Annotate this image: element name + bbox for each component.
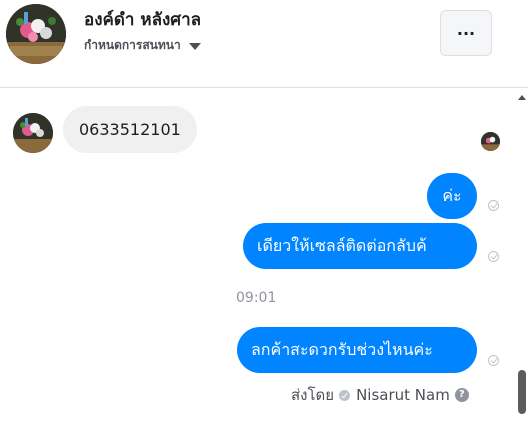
sent-by-name: Nisarut Nam [356, 386, 450, 404]
contact-photo-icon [6, 4, 66, 64]
sender-avatar[interactable] [13, 113, 53, 153]
sent-check-icon [488, 251, 499, 262]
message-text: เดียวให้เซลล์ติดต่อกลับค้ [257, 236, 427, 255]
conversation-options-label: กำหนดการสนทนา [84, 38, 181, 52]
scrollbar-thumb[interactable] [518, 370, 526, 414]
sent-check-icon [488, 200, 499, 211]
message-bubble-incoming[interactable]: 0633512101 [63, 106, 197, 153]
sent-by-info: ส่งโดย Nisarut Nam ? [291, 383, 469, 407]
sent-check-icon [488, 355, 499, 366]
more-options-button[interactable]: ... [440, 10, 492, 56]
message-bubble-outgoing[interactable]: ลกค้าสะดวกรับช่วงไหนค่ะ [237, 327, 477, 373]
caret-down-icon [188, 43, 201, 50]
contact-photo-icon [13, 113, 53, 153]
scrollbar[interactable] [516, 89, 528, 421]
conversation-header: องค์ดำ หลังศาล กำหนดการสนทนา ... [0, 0, 528, 88]
message-text: 0633512101 [79, 119, 181, 139]
verified-check-icon [339, 389, 351, 401]
contact-avatar[interactable] [6, 4, 66, 64]
more-options-label: ... [456, 20, 476, 39]
message-bubble-outgoing[interactable]: เดียวให้เซลล์ติดต่อกลับค้ [243, 223, 477, 269]
conversation-options-dropdown[interactable]: กำหนดการสนทนา [84, 36, 201, 55]
sent-by-prefix: ส่งโดย [291, 386, 335, 404]
contact-photo-icon [481, 132, 500, 151]
message-bubble-outgoing[interactable]: ค่ะ [427, 173, 477, 219]
seen-avatar [481, 132, 500, 151]
contact-name: องค์ดำ หลังศาล [84, 10, 202, 30]
message-text: ลกค้าสะดวกรับช่วงไหนค่ะ [251, 340, 433, 359]
message-text: ค่ะ [442, 186, 462, 205]
help-icon[interactable]: ? [454, 388, 469, 402]
message-timestamp: 09:01 [236, 290, 277, 306]
scroll-up-arrow-icon[interactable] [518, 95, 526, 100]
